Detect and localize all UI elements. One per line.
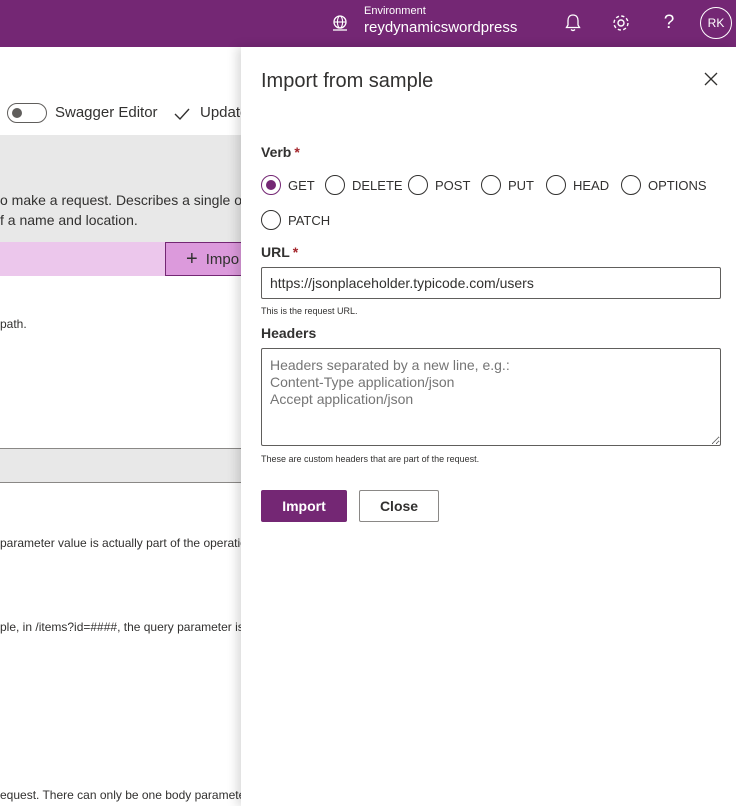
import-from-sample-panel: Import from sample Verb * GET DELETE POST… (241, 47, 736, 806)
radio-circle (261, 210, 281, 230)
background-page: Swagger Editor Update o make a request. … (0, 47, 241, 806)
radio-circle (621, 175, 641, 195)
top-bar: Environment reydynamicswordpress ? RK (0, 0, 736, 47)
query-text: ple, in /items?id=####, the query parame… (0, 620, 241, 634)
import-button[interactable]: Import (261, 490, 347, 522)
swagger-editor-toggle[interactable] (7, 103, 47, 123)
close-button[interactable]: Close (359, 490, 439, 522)
update-connector-button[interactable]: Update (200, 104, 241, 121)
gear-icon[interactable] (610, 12, 632, 34)
help-icon[interactable]: ? (658, 12, 680, 34)
environment-label: Environment (364, 5, 426, 17)
parameters-section (0, 448, 241, 483)
swagger-editor-label: Swagger Editor (55, 104, 158, 121)
radio-circle (325, 175, 345, 195)
description-line-2: f a name and location. (0, 212, 138, 228)
verb-option-label: PATCH (288, 212, 331, 228)
verb-option-options[interactable]: OPTIONS (621, 175, 707, 195)
url-label: URL * (261, 244, 298, 260)
radio-circle (481, 175, 501, 195)
avatar[interactable]: RK (700, 7, 732, 39)
description-line-1: o make a request. Describes a single op (0, 192, 241, 208)
environment-name[interactable]: reydynamicswordpress (364, 19, 517, 36)
verb-option-label: POST (435, 177, 471, 193)
radio-circle (546, 175, 566, 195)
body-text: equest. There can only be one body param… (0, 788, 241, 802)
radio-circle (408, 175, 428, 195)
import-from-sample-button[interactable]: + Impo (165, 242, 241, 276)
verb-option-label: PUT (508, 177, 534, 193)
headers-label: Headers (261, 325, 317, 341)
verb-label: Verb * (261, 144, 300, 160)
path-text: path. (0, 317, 27, 331)
import-label: Impo (205, 250, 240, 268)
verb-option-label: DELETE (352, 177, 403, 193)
param-text: parameter value is actually part of the … (0, 536, 241, 550)
headers-hint: These are custom headers that are part o… (261, 454, 480, 464)
url-label-text: URL (261, 244, 290, 260)
required-marker: * (292, 244, 299, 260)
url-input[interactable] (261, 267, 721, 299)
headers-textarea[interactable] (261, 348, 721, 446)
checkmark-icon (174, 108, 190, 121)
url-hint: This is the request URL. (261, 306, 358, 316)
verb-option-label: GET (288, 177, 315, 193)
verb-option-get[interactable]: GET (261, 175, 315, 195)
verb-option-label: HEAD (573, 177, 610, 193)
verb-option-patch[interactable]: PATCH (261, 210, 330, 230)
close-icon[interactable] (703, 71, 719, 87)
toggle-knob (12, 108, 22, 118)
panel-title: Import from sample (261, 70, 434, 92)
verb-option-head[interactable]: HEAD (546, 175, 609, 195)
bell-icon[interactable] (562, 12, 584, 34)
environment-icon[interactable] (330, 13, 350, 33)
verb-option-put[interactable]: PUT (481, 175, 534, 195)
required-marker: * (294, 144, 300, 160)
verb-option-label: OPTIONS (648, 177, 707, 193)
radio-circle (261, 175, 281, 195)
verb-option-delete[interactable]: DELETE (325, 175, 403, 195)
verb-label-text: Verb (261, 144, 292, 160)
verb-option-post[interactable]: POST (408, 175, 470, 195)
plus-icon: + (186, 248, 198, 270)
